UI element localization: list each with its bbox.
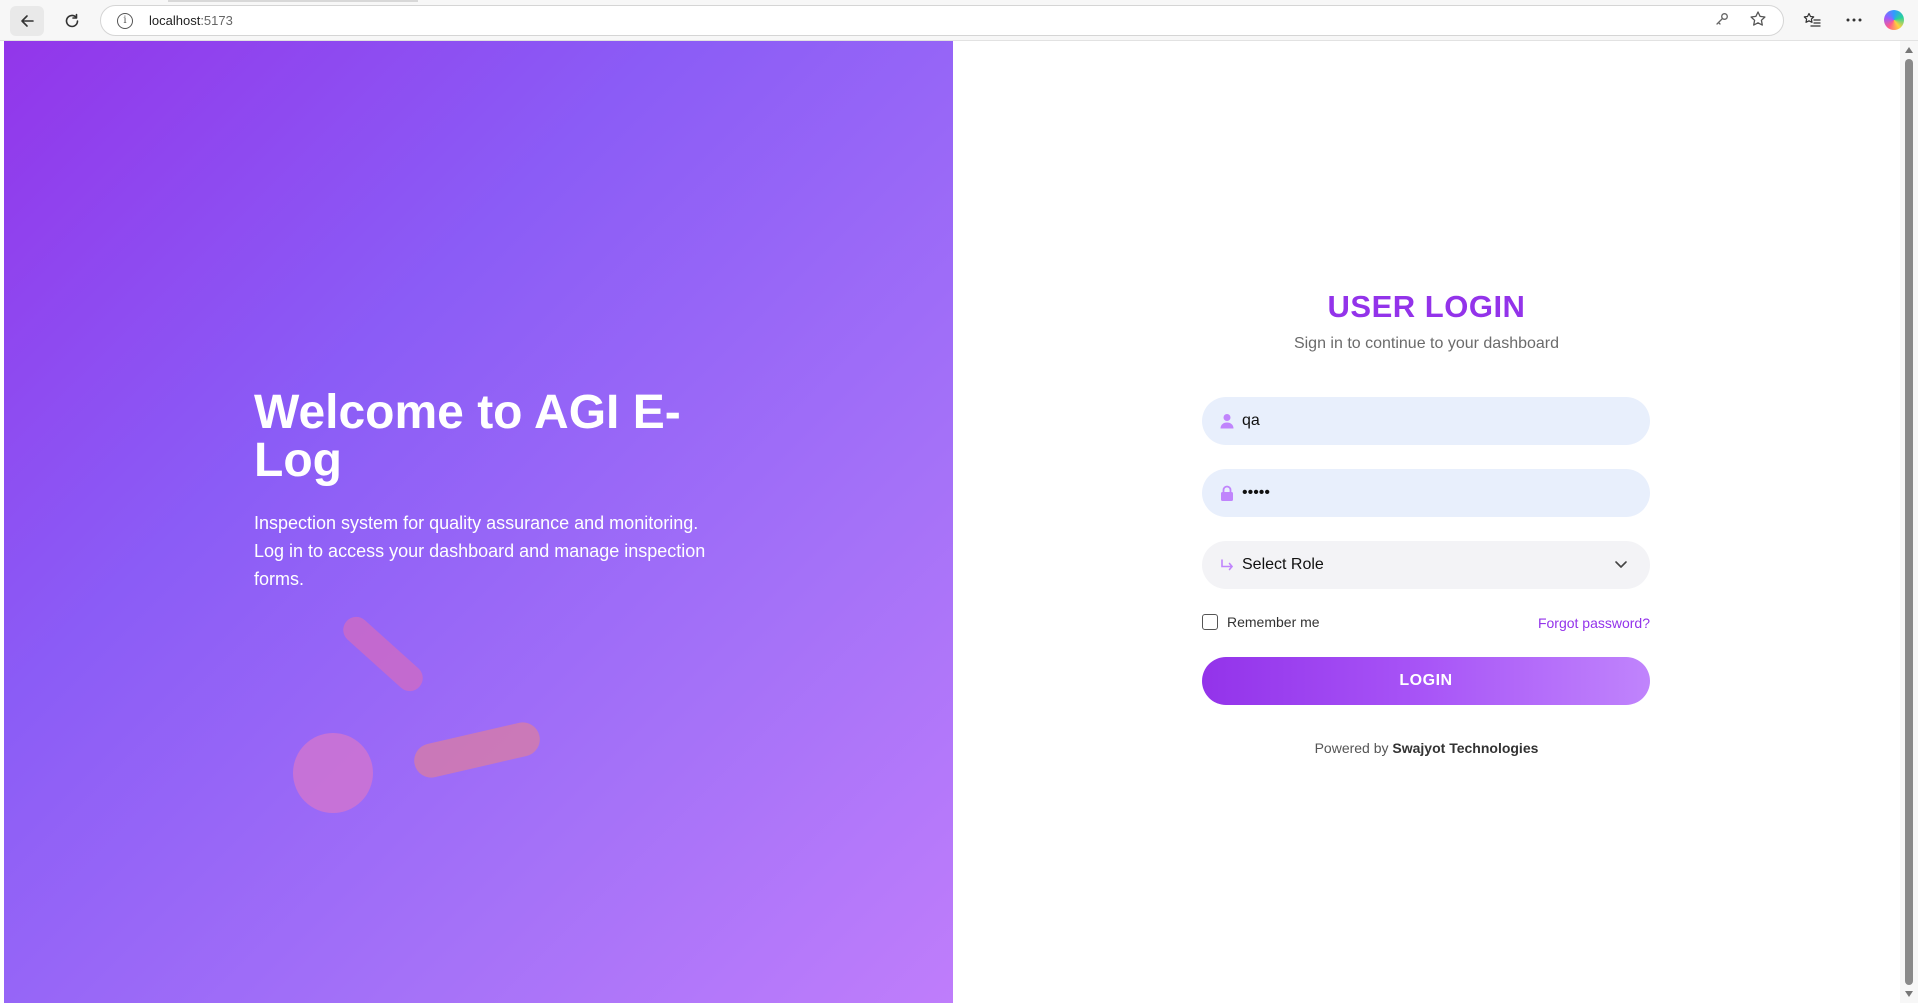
scroll-up-arrow-icon[interactable] <box>1905 47 1913 53</box>
remember-me-checkbox[interactable] <box>1202 614 1218 630</box>
hero-title: Welcome to AGI E-Log <box>254 386 681 487</box>
refresh-icon <box>65 13 79 28</box>
lock-icon <box>1218 484 1236 502</box>
password-input[interactable] <box>1242 469 1622 517</box>
role-select-value: Select Role <box>1242 556 1324 573</box>
login-button[interactable]: LOGIN <box>1202 657 1650 705</box>
more-menu-button[interactable] <box>1840 7 1868 33</box>
username-field[interactable] <box>1202 397 1650 445</box>
url-text[interactable]: localhost:5173 <box>149 13 233 28</box>
company-name: Swajyot Technologies <box>1392 740 1539 756</box>
url-port: :5173 <box>200 13 233 28</box>
favorites-list-icon <box>1803 12 1821 27</box>
remember-me[interactable]: Remember me <box>1202 614 1320 630</box>
password-key-icon[interactable] <box>1715 12 1729 29</box>
site-info-icon[interactable]: i <box>117 13 133 29</box>
copilot-icon <box>1884 10 1904 30</box>
browser-toolbar: i localhost:5173 <box>0 0 1918 41</box>
role-icon <box>1218 556 1236 574</box>
decorative-circle-shape <box>293 733 373 813</box>
username-input[interactable] <box>1242 397 1622 445</box>
login-panel: USER LOGIN Sign in to continue to your d… <box>953 41 1900 1003</box>
powered-by-footer: Powered by Swajyot Technologies <box>953 740 1900 756</box>
copilot-button[interactable] <box>1882 7 1906 33</box>
forgot-password-link[interactable]: Forgot password? <box>1538 615 1650 631</box>
decorative-bar-shape <box>337 611 429 697</box>
remember-me-label[interactable]: Remember me <box>1227 614 1320 630</box>
reload-button[interactable] <box>55 6 89 36</box>
favorite-star-icon[interactable] <box>1749 10 1767 33</box>
favorites-button[interactable] <box>1798 7 1826 33</box>
url-host: localhost <box>149 13 201 28</box>
login-title: USER LOGIN <box>1327 289 1526 324</box>
chevron-down-icon <box>1612 555 1630 573</box>
powered-by-prefix: Powered by <box>1314 740 1393 756</box>
password-field[interactable] <box>1202 469 1650 517</box>
scroll-down-arrow-icon[interactable] <box>1905 991 1913 997</box>
address-bar[interactable]: i localhost:5173 <box>100 5 1784 36</box>
decorative-bar-shape <box>410 719 544 781</box>
back-button[interactable] <box>10 6 44 36</box>
arrow-left-icon <box>21 15 34 27</box>
login-page: Welcome to AGI E-Log Inspection system f… <box>4 41 1900 1003</box>
ellipsis-icon <box>1846 18 1862 22</box>
hero-description: Inspection system for quality assurance … <box>254 513 706 589</box>
tab-indicator <box>168 0 418 2</box>
role-select[interactable]: Select Role <box>1202 541 1650 589</box>
page-scrollbar[interactable] <box>1900 41 1918 1003</box>
login-subtitle: Sign in to continue to your dashboard <box>1293 335 1560 352</box>
scrollbar-thumb[interactable] <box>1905 59 1913 985</box>
user-icon <box>1218 412 1236 430</box>
hero-panel: Welcome to AGI E-Log Inspection system f… <box>4 41 953 1003</box>
